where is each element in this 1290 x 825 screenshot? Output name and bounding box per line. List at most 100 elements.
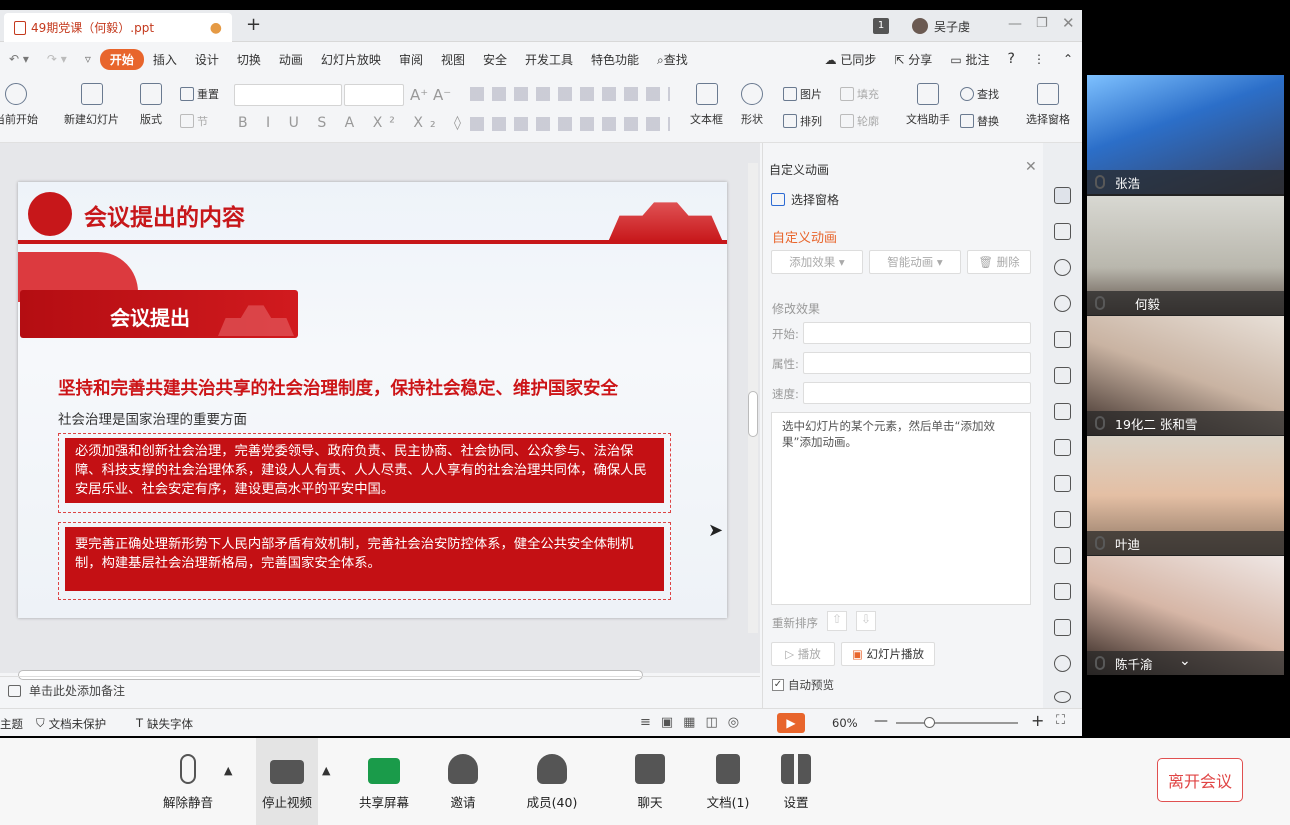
- image-search-icon[interactable]: [1054, 475, 1071, 492]
- slide-title[interactable]: 会议提出的内容: [84, 198, 245, 232]
- video-options-icon[interactable]: ▲: [322, 764, 330, 777]
- text-format-icons[interactable]: B I U S A X² X₂ ◊: [238, 115, 468, 131]
- collapse-ribbon-icon[interactable]: ⌃: [1054, 52, 1082, 66]
- participant-tile[interactable]: 何毅: [1087, 196, 1284, 315]
- shape-button[interactable]: 形状: [741, 83, 763, 127]
- user-name[interactable]: 吴子虔: [934, 18, 970, 35]
- from-current-button[interactable]: 当前开始: [0, 83, 38, 127]
- leave-meeting-button[interactable]: 离开会议: [1157, 758, 1243, 802]
- autopreview-checkbox[interactable]: ✓ 自动预览: [772, 677, 834, 693]
- replace-button[interactable]: 替换: [960, 113, 999, 129]
- tab-review[interactable]: 审阅: [390, 51, 432, 68]
- settings-sliders-icon[interactable]: [1054, 439, 1071, 456]
- fit-window-icon[interactable]: ⛶: [1056, 713, 1065, 728]
- docs-button[interactable]: 文档(1): [693, 738, 763, 825]
- tab-design[interactable]: 设计: [186, 51, 228, 68]
- delete-button[interactable]: 🗑 删除: [967, 250, 1031, 274]
- help-button[interactable]: ?: [999, 51, 1024, 67]
- font-family-select[interactable]: [234, 84, 342, 106]
- move-down-icon[interactable]: ⇩: [856, 611, 876, 631]
- add-effect-button[interactable]: 添加效果 ▾: [771, 250, 863, 274]
- zoom-in-icon[interactable]: +: [1031, 711, 1044, 730]
- chat-button[interactable]: 聊天: [615, 738, 685, 825]
- zoom-out-icon[interactable]: —: [874, 713, 888, 729]
- members-button[interactable]: 成员(40): [517, 738, 587, 825]
- align-tools-icon[interactable]: [470, 117, 670, 131]
- layout-button[interactable]: 版式: [140, 83, 162, 127]
- new-tab-button[interactable]: +: [246, 14, 261, 35]
- zoom-slider-thumb[interactable]: [924, 717, 935, 728]
- outline-button[interactable]: 轮廓: [840, 113, 879, 129]
- participant-tile[interactable]: 张浩: [1087, 75, 1284, 194]
- smart-animation-button[interactable]: 智能动画 ▾: [869, 250, 961, 274]
- chart-icon[interactable]: [1054, 403, 1071, 420]
- avatar[interactable]: [912, 18, 928, 34]
- slide-heading[interactable]: 坚持和完善共建共治共享的社会治理制度，保持社会稳定、维护国家安全: [58, 375, 618, 400]
- redo-icon[interactable]: ↷ ▾: [38, 52, 76, 66]
- tab-transition[interactable]: 切换: [228, 51, 270, 68]
- scrollbar-thumb[interactable]: [748, 391, 758, 437]
- select-pane-link[interactable]: 选择窗格: [771, 191, 839, 208]
- notes-area[interactable]: 单击此处添加备注: [0, 676, 760, 704]
- section-button[interactable]: 节: [180, 113, 208, 129]
- tab-view[interactable]: 视图: [432, 51, 474, 68]
- undo-icon[interactable]: ↶ ▾: [0, 52, 38, 66]
- transition-icon[interactable]: [1054, 223, 1071, 240]
- vertical-scrollbar[interactable]: [748, 163, 758, 633]
- slide-canvas[interactable]: 会议提出的内容 会议提出 坚持和完善共建共治共享的社会治理制度，保持社会稳定、维…: [0, 143, 760, 680]
- minimize-icon[interactable]: —: [1008, 16, 1022, 32]
- document-tab[interactable]: 49期党课（何毅）.ppt ●: [4, 13, 232, 42]
- find-button[interactable]: 查找: [960, 86, 999, 102]
- unmute-button[interactable]: 解除静音: [153, 738, 223, 825]
- arrange-button[interactable]: 排列: [783, 113, 822, 129]
- start-select[interactable]: [803, 322, 1031, 344]
- content-box-2[interactable]: 要完善正确处理新形势下人民内部矛盾有效机制，完善社会治安防控体系，健全公共安全体…: [58, 522, 671, 600]
- participant-tile[interactable]: 叶迪: [1087, 436, 1284, 555]
- search-menu[interactable]: ⌕查找: [648, 51, 697, 68]
- sync-button[interactable]: ☁ 已同步: [816, 51, 886, 68]
- chevron-down-icon[interactable]: ⌄: [1179, 653, 1191, 669]
- close-icon[interactable]: ✕: [1062, 14, 1075, 32]
- zoom-level[interactable]: 60%: [832, 716, 858, 730]
- slideshow-button[interactable]: ▣ 幻灯片播放: [841, 642, 935, 666]
- box-icon[interactable]: [1054, 547, 1071, 564]
- textbox-button[interactable]: 文本框: [690, 83, 723, 127]
- paragraph-tools-icon[interactable]: [470, 87, 670, 101]
- pane-title[interactable]: 自定义动画: [769, 161, 829, 178]
- zoom-slider[interactable]: [896, 717, 1018, 728]
- tab-home[interactable]: 开始: [99, 48, 144, 70]
- audio-options-icon[interactable]: ▲: [224, 764, 232, 777]
- fill-button[interactable]: 填充: [840, 86, 879, 102]
- pane-close-icon[interactable]: ✕: [1025, 159, 1037, 175]
- theme-label[interactable]: 主题: [0, 716, 23, 732]
- picture-icon[interactable]: [1054, 583, 1071, 600]
- content-box-1[interactable]: 必须加强和创新社会治理，完善党委领导、政府负责、民主协商、社会协同、公众参与、法…: [58, 433, 671, 513]
- share-screen-button[interactable]: 共享屏幕: [349, 738, 419, 825]
- select-pane-button[interactable]: 选择窗格: [1026, 83, 1070, 127]
- restore-icon[interactable]: ❐: [1036, 16, 1048, 31]
- doc-helper-button[interactable]: 文档助手: [906, 83, 950, 127]
- settings-button[interactable]: 设置: [761, 738, 831, 825]
- font-size-select[interactable]: [344, 84, 404, 106]
- participant-tile[interactable]: 19化二 张和雪: [1087, 316, 1284, 435]
- tab-animation[interactable]: 动画: [270, 51, 312, 68]
- tab-slideshow[interactable]: 幻灯片放映: [312, 51, 390, 68]
- location-icon[interactable]: [1054, 295, 1071, 312]
- triangle-icon[interactable]: [1054, 331, 1071, 348]
- clock-icon[interactable]: [1054, 691, 1071, 703]
- annotate-button[interactable]: ▭ 批注: [941, 51, 998, 68]
- grid-icon[interactable]: [1054, 367, 1071, 384]
- export-icon[interactable]: [1054, 511, 1071, 528]
- speed-select[interactable]: [803, 382, 1031, 404]
- view-mode-icons[interactable]: ≡▣▦◫◎: [640, 715, 749, 730]
- property-select[interactable]: [803, 352, 1031, 374]
- new-slide-button[interactable]: 新建幻灯片: [64, 83, 119, 127]
- speaker-icon[interactable]: [1054, 619, 1071, 636]
- stop-video-button[interactable]: 停止视频: [256, 738, 318, 825]
- tab-security[interactable]: 安全: [474, 51, 516, 68]
- animation-list[interactable]: 选中幻灯片的某个元素，然后单击“添加效果”添加动画。: [771, 412, 1031, 605]
- chevron-down-icon[interactable]: ▿: [76, 52, 100, 66]
- animation-star-icon[interactable]: [1054, 187, 1071, 204]
- play-slideshow-icon[interactable]: ▶: [777, 713, 805, 733]
- grow-font-icon[interactable]: A⁺ A⁻: [410, 86, 451, 104]
